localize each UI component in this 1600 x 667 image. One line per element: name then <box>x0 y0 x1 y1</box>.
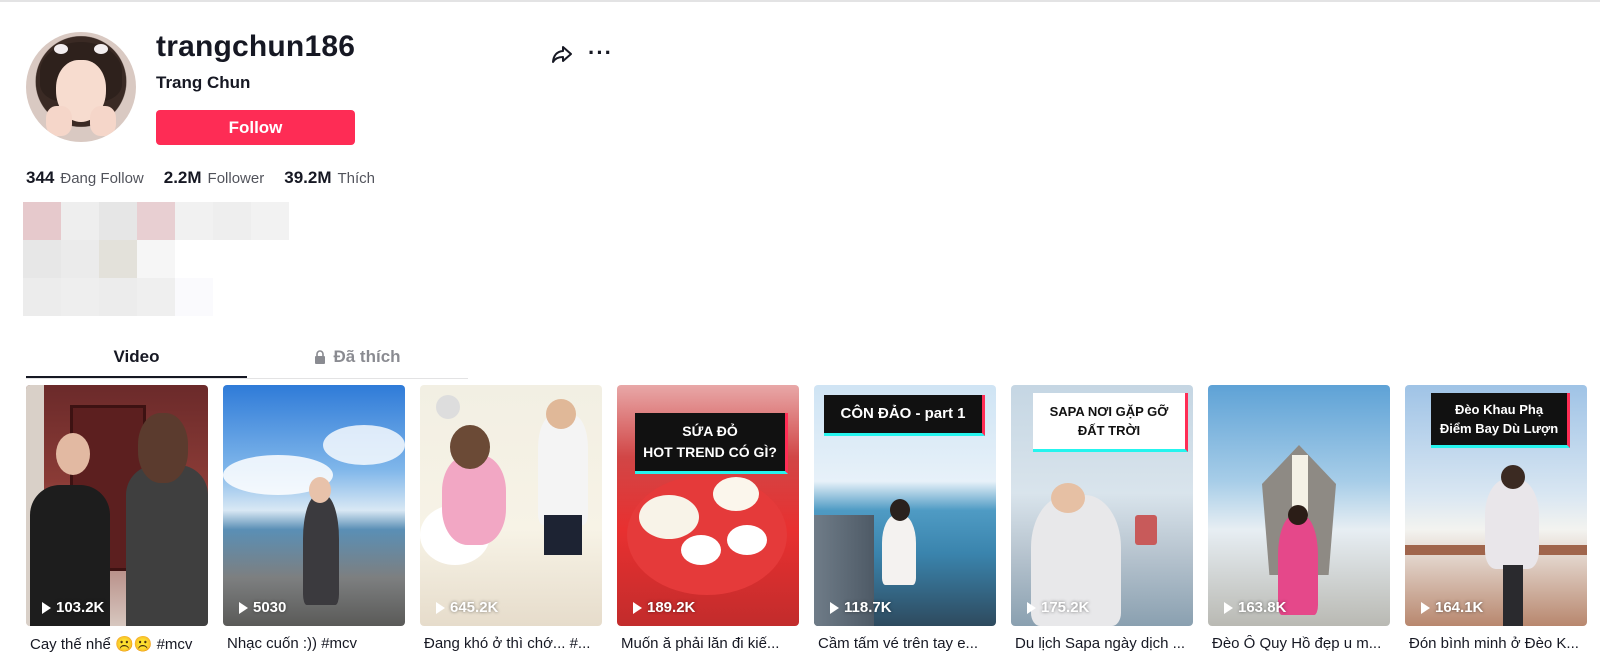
view-count: 118.7K <box>830 599 892 616</box>
share-icon[interactable] <box>550 42 574 66</box>
play-icon <box>436 601 445 614</box>
stat-followers[interactable]: 2.2M Follower <box>164 168 264 188</box>
video-overlay-text: Đèo Khau Phạ Điểm Bay Dù Lượn <box>1431 393 1570 448</box>
play-icon <box>830 601 839 614</box>
tab-label: Đã thích <box>333 347 401 366</box>
view-count: 175.2K <box>1027 599 1089 616</box>
video-thumbnail[interactable]: 163.8K <box>1208 385 1390 626</box>
view-count: 189.2K <box>633 599 695 616</box>
video-card[interactable]: CÔN ĐẢO - part 1 118.7K Cầm tấm vé trên … <box>814 385 996 652</box>
lock-icon <box>315 350 326 364</box>
stat-label: Follower <box>207 170 265 187</box>
video-overlay-text: SỨA ĐỎ HOT TREND CÓ GÌ? <box>635 413 788 474</box>
stat-likes: 39.2M Thích <box>284 168 375 188</box>
stat-label: Đang Follow <box>60 170 144 187</box>
profile-tabs: Video Đã thích <box>26 340 468 379</box>
play-icon <box>42 601 51 614</box>
video-thumbnail[interactable]: Đèo Khau Phạ Điểm Bay Dù Lượn 164.1K <box>1405 385 1587 626</box>
avatar[interactable] <box>26 32 136 142</box>
more-icon[interactable]: ··· <box>588 40 613 66</box>
bio-pixelated <box>23 202 291 318</box>
play-icon <box>633 601 642 614</box>
video-caption[interactable]: Cay thế nhể ☹️☹️ #mcv <box>26 635 212 653</box>
tab-liked[interactable]: Đã thích <box>247 340 468 378</box>
video-caption[interactable]: Đón bình minh ở Đèo K... <box>1405 635 1591 652</box>
video-thumbnail[interactable]: 645.2K <box>420 385 602 626</box>
video-caption[interactable]: Nhạc cuốn :)) #mcv <box>223 635 409 652</box>
profile-nickname: Trang Chun <box>156 73 251 92</box>
stat-count: 39.2M <box>284 168 332 187</box>
play-icon <box>1224 601 1233 614</box>
video-caption[interactable]: Du lịch Sapa ngày dịch ... <box>1011 635 1197 652</box>
video-card[interactable]: SAPA NƠI GẶP GỠ ĐẤT TRỜI 175.2K Du lịch … <box>1011 385 1193 652</box>
view-count: 5030 <box>239 599 286 616</box>
view-count: 164.1K <box>1421 599 1483 616</box>
video-card[interactable]: 163.8K Đèo Ô Quy Hồ đẹp u m... <box>1208 385 1390 652</box>
video-card[interactable]: 103.2K Cay thế nhể ☹️☹️ #mcv <box>26 385 208 653</box>
play-icon <box>239 601 248 614</box>
profile-stats: 344 Đang Follow 2.2M Follower 39.2M Thíc… <box>26 168 375 188</box>
video-caption[interactable]: Muốn ă phải lăn đi kiế... <box>617 635 803 652</box>
video-card[interactable]: SỨA ĐỎ HOT TREND CÓ GÌ? 189.2K Muốn ă ph… <box>617 385 799 652</box>
stat-count: 344 <box>26 168 55 187</box>
view-count: 645.2K <box>436 599 498 616</box>
video-grid: 103.2K Cay thế nhể ☹️☹️ #mcv 5030 Nhạc c… <box>26 385 1596 665</box>
stat-count: 2.2M <box>163 168 202 187</box>
profile-username: trangchun186 <box>156 30 356 63</box>
video-thumbnail[interactable]: SỨA ĐỎ HOT TREND CÓ GÌ? 189.2K <box>617 385 799 626</box>
video-caption[interactable]: Cầm tấm vé trên tay e... <box>814 635 1000 652</box>
stat-label: Thích <box>337 170 375 187</box>
video-thumbnail[interactable]: SAPA NƠI GẶP GỠ ĐẤT TRỜI 175.2K <box>1011 385 1193 626</box>
video-card[interactable]: Đèo Khau Phạ Điểm Bay Dù Lượn 164.1K Đón… <box>1405 385 1587 652</box>
video-caption[interactable]: Đang khó ở thì chớ... #... <box>420 635 606 652</box>
video-card[interactable]: 645.2K Đang khó ở thì chớ... #... <box>420 385 602 652</box>
video-overlay-text: CÔN ĐẢO - part 1 <box>824 395 985 436</box>
play-icon <box>1421 601 1430 614</box>
view-count: 163.8K <box>1224 599 1286 616</box>
video-card[interactable]: 5030 Nhạc cuốn :)) #mcv <box>223 385 405 652</box>
video-thumbnail[interactable]: 103.2K <box>26 385 208 626</box>
active-tab-indicator <box>26 376 247 378</box>
top-divider <box>0 0 1600 2</box>
follow-button[interactable]: Follow <box>156 110 355 145</box>
view-count: 103.2K <box>42 599 104 616</box>
video-overlay-text: SAPA NƠI GẶP GỠ ĐẤT TRỜI <box>1033 393 1188 452</box>
stat-following[interactable]: 344 Đang Follow <box>26 168 144 188</box>
video-thumbnail[interactable]: CÔN ĐẢO - part 1 118.7K <box>814 385 996 626</box>
video-caption[interactable]: Đèo Ô Quy Hồ đẹp u m... <box>1208 635 1394 652</box>
tab-label: Video <box>113 347 160 366</box>
video-thumbnail[interactable]: 5030 <box>223 385 405 626</box>
tab-videos[interactable]: Video <box>26 340 247 378</box>
play-icon <box>1027 601 1036 614</box>
